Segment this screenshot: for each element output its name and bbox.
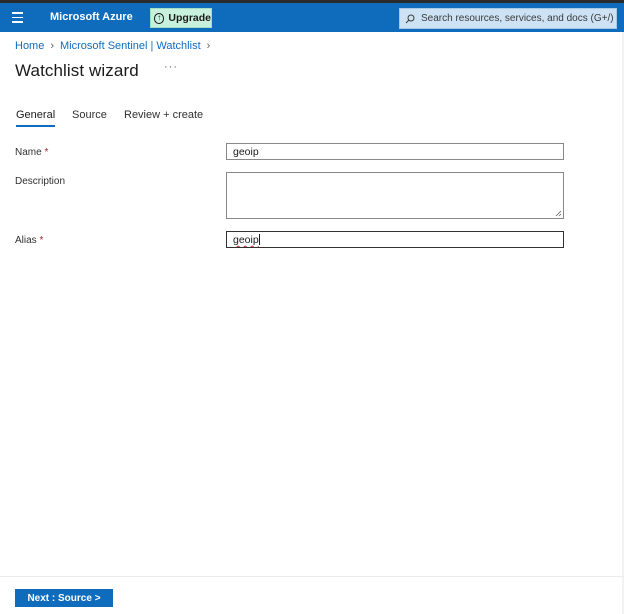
azure-top-bar: Microsoft Azure ↑ Upgrade Search resourc… [0, 3, 624, 32]
tab-review-create[interactable]: Review + create [124, 109, 203, 125]
alias-field[interactable]: geoip [226, 231, 564, 248]
breadcrumb-home[interactable]: Home [15, 40, 44, 52]
more-options-button[interactable]: ··· [164, 61, 178, 73]
alias-label-text: Alias [15, 235, 37, 246]
text-caret [258, 234, 260, 245]
name-field[interactable]: geoip [226, 143, 564, 160]
name-field-value: geoip [233, 146, 259, 158]
search-input[interactable]: Search resources, services, and docs (G+… [399, 8, 617, 29]
upgrade-button[interactable]: ↑ Upgrade [150, 8, 212, 28]
upgrade-icon: ↑ [154, 12, 165, 24]
chevron-right-icon: › [50, 40, 55, 52]
name-label: Name * [15, 147, 48, 158]
required-mark: * [39, 235, 44, 246]
breadcrumb-sentinel-watchlist[interactable]: Microsoft Sentinel | Watchlist [60, 40, 201, 52]
search-placeholder: Search resources, services, and docs (G+… [421, 13, 614, 24]
page-title: Watchlist wizard [15, 61, 139, 80]
breadcrumb: Home › Microsoft Sentinel | Watchlist › [15, 40, 212, 52]
brand-title[interactable]: Microsoft Azure [50, 11, 133, 23]
tab-source[interactable]: Source [72, 109, 107, 125]
search-icon [405, 14, 415, 23]
required-mark: * [44, 147, 49, 158]
alias-field-value: geoip [233, 234, 259, 246]
description-field[interactable] [226, 172, 564, 219]
upgrade-label: Upgrade [168, 12, 211, 24]
chevron-right-icon: › [206, 40, 211, 52]
resize-handle-icon[interactable] [554, 209, 562, 217]
name-label-text: Name [15, 147, 42, 158]
tab-general[interactable]: General [16, 109, 56, 127]
next-source-button[interactable]: Next : Source > [15, 589, 113, 607]
alias-label: Alias * [15, 235, 43, 246]
menu-icon[interactable] [6, 7, 28, 28]
footer-divider [0, 576, 624, 577]
description-label: Description [15, 176, 66, 187]
